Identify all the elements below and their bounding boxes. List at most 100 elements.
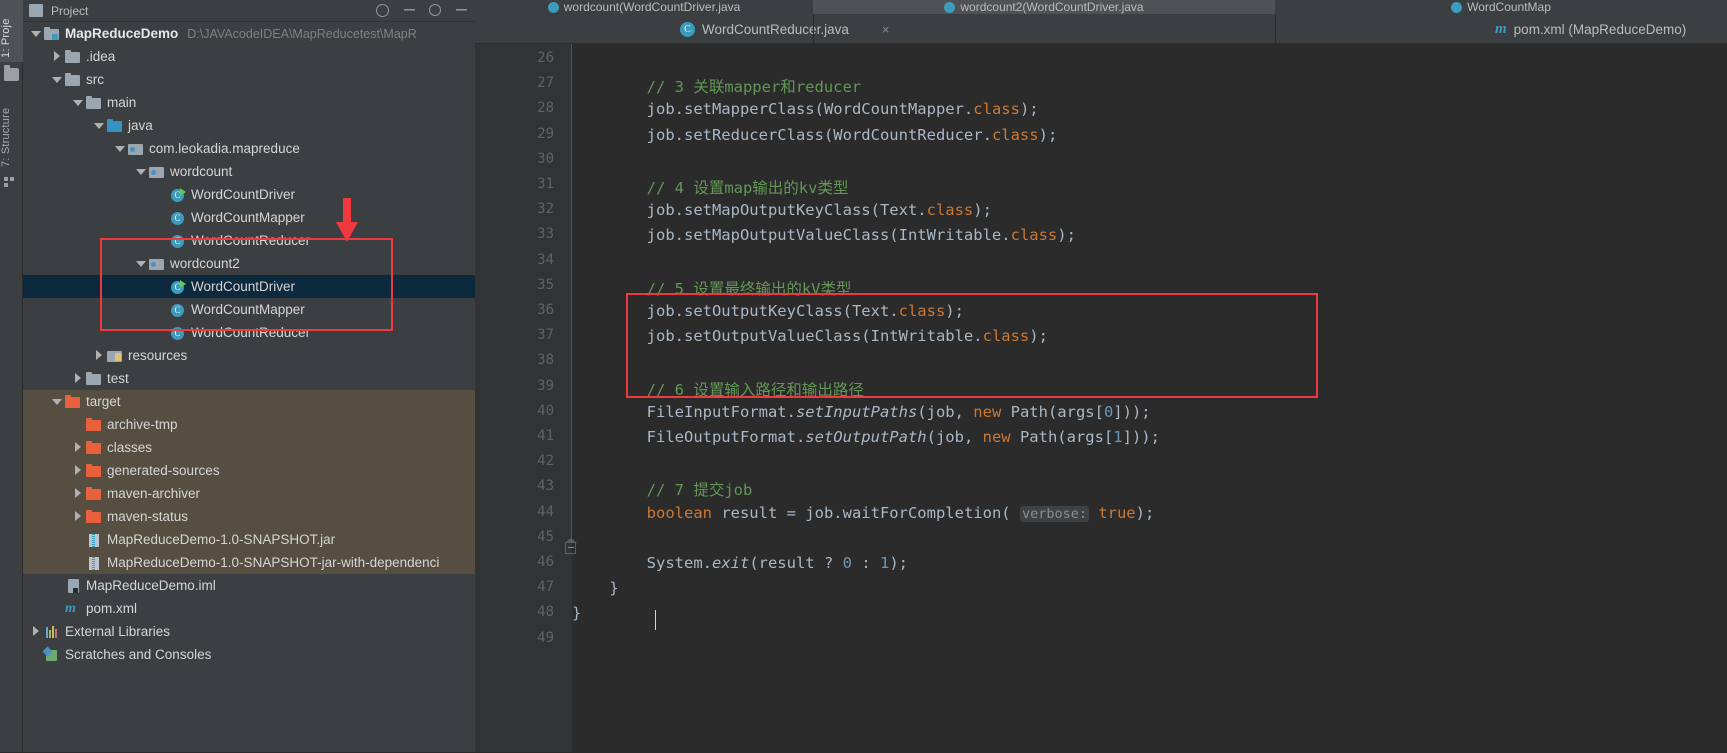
tree-node[interactable]: MapReduceDemo D:\JAVAcodeIDEA\MapReducete…	[23, 22, 475, 45]
code-line[interactable]: // 5 设置最终输出的kV类型	[572, 277, 852, 299]
excluded-folder-icon	[86, 417, 102, 432]
code-editor[interactable]: // 3 关联mapper和reducer job.setMapperClass…	[565, 44, 1727, 753]
tree-node[interactable]: External Libraries	[23, 620, 475, 643]
tree-node[interactable]: test	[23, 367, 475, 390]
code-line[interactable]: FileOutputFormat.setOutputPath(job, new …	[572, 428, 1160, 446]
code-token: }	[572, 604, 582, 623]
tree-node[interactable]: java	[23, 114, 475, 137]
collapse-arrow-icon[interactable]	[94, 350, 105, 361]
expand-arrow-icon[interactable]	[115, 143, 126, 154]
fold-method-marker[interactable]	[565, 538, 577, 554]
tree-node[interactable]: MapReduceDemo-1.0-SNAPSHOT-jar-with-depe…	[23, 551, 475, 574]
tree-node[interactable]: archive-tmp	[23, 413, 475, 436]
editor-tab-upper[interactable]: WordCountMap	[1275, 0, 1727, 14]
tree-node[interactable]: main	[23, 91, 475, 114]
folder-icon	[86, 371, 102, 386]
code-line[interactable]: job.setOutputKeyClass(Text.class);	[572, 302, 964, 320]
package-icon	[128, 142, 144, 156]
java-class-icon: C	[170, 211, 186, 225]
code-line[interactable]: job.setReducerClass(WordCountReducer.cla…	[572, 126, 1058, 144]
code-token: }	[572, 579, 619, 598]
code-line[interactable]: }	[572, 604, 581, 622]
tree-node[interactable]: src	[23, 68, 475, 91]
code-line[interactable]: }	[572, 579, 619, 598]
locate-icon[interactable]	[376, 3, 389, 17]
editor-tab-upper[interactable]: wordcount(WordCountDriver.java	[475, 0, 813, 14]
expand-arrow-icon[interactable]	[136, 258, 147, 269]
project-icon	[29, 4, 43, 17]
expand-arrow-icon[interactable]	[94, 120, 105, 131]
tree-node[interactable]: C WordCountMapper	[23, 206, 475, 229]
project-tree[interactable]: MapReduceDemo D:\JAVAcodeIDEA\MapReducete…	[23, 22, 475, 753]
collapse-arrow-icon[interactable]	[73, 442, 84, 453]
collapse-arrow-icon[interactable]	[73, 373, 84, 384]
code-token: // 6 设置输入路径和输出路径	[572, 380, 864, 399]
expand-arrow-icon[interactable]	[31, 28, 42, 39]
tree-node[interactable]: C WordCountReducer	[23, 321, 475, 344]
tree-node[interactable]: maven-archiver	[23, 482, 475, 505]
code-token: job.setOutputKeyClass(Text.	[572, 302, 899, 320]
tree-node[interactable]: generated-sources	[23, 459, 475, 482]
code-line[interactable]: job.setMapOutputValueClass(IntWritable.c…	[572, 226, 1076, 244]
code-line[interactable]: System.exit(result ? 0 : 1);	[572, 554, 908, 572]
code-line[interactable]: job.setOutputValueClass(IntWritable.clas…	[572, 327, 1048, 345]
code-line[interactable]: // 4 设置map输出的kv类型	[572, 176, 849, 198]
tree-node-label: External Libraries	[65, 624, 171, 639]
libraries-icon	[44, 625, 60, 639]
code-line[interactable]: boolean result = job.waitForCompletion( …	[572, 504, 1154, 522]
jar-icon	[86, 556, 102, 570]
tree-node[interactable]: wordcount2	[23, 252, 475, 275]
code-token: class	[982, 327, 1030, 346]
tree-node[interactable]: Scratches and Consoles	[23, 643, 475, 666]
tree-node[interactable]: C WordCountReducer	[23, 229, 475, 252]
code-line[interactable]: job.setMapOutputKeyClass(Text.class);	[572, 201, 992, 219]
collapse-arrow-icon[interactable]	[73, 488, 84, 499]
tree-node[interactable]: C WordCountDriver	[23, 183, 475, 206]
iml-file-icon	[65, 578, 81, 593]
line-number: 34	[537, 251, 554, 268]
tree-node[interactable]: MapReduceDemo.iml	[23, 574, 475, 597]
editor-tab-lower[interactable]: C WordCountReducer.java ×	[680, 14, 889, 44]
project-panel-header: Project	[23, 0, 475, 22]
tree-node[interactable]: MapReduceDemo-1.0-SNAPSHOT.jar	[23, 528, 475, 551]
code-line[interactable]: FileInputFormat.setInputPaths(job, new P…	[572, 403, 1151, 421]
tree-node[interactable]: classes	[23, 436, 475, 459]
tree-node-label: resources	[128, 348, 188, 363]
expand-arrow-icon[interactable]	[136, 166, 147, 177]
tree-node[interactable]: com.leokadia.mapreduce	[23, 137, 475, 160]
java-class-icon: C	[680, 21, 695, 37]
collapse-arrow-icon[interactable]	[31, 626, 42, 637]
editor-tab-row-upper[interactable]: wordcount(WordCountDriver.java wordcount2…	[475, 0, 1727, 14]
tree-node[interactable]: resources	[23, 344, 475, 367]
tool-window-button-structure[interactable]: 7: Structure	[0, 93, 23, 171]
code-line[interactable]: job.setMapperClass(WordCountMapper.class…	[572, 100, 1039, 118]
hide-panel-icon[interactable]	[453, 2, 469, 18]
code-line[interactable]: // 7 提交job	[572, 478, 753, 500]
editor-tab-row-lower[interactable]: C WordCountReducer.java × m pom.xml (MapRedu…	[475, 14, 1727, 44]
collapse-arrow-icon[interactable]	[73, 511, 84, 522]
expand-arrow-icon[interactable]	[52, 74, 63, 85]
editor-tab-upper[interactable]: wordcount2(WordCountDriver.java	[813, 0, 1275, 14]
excluded-folder-icon	[65, 394, 81, 409]
editor-gutter[interactable]: 26 27 28 29 30 31 32 33 34 35 36 37 38 39 40 41 42 43 44 45…	[475, 44, 572, 753]
editor-tab-lower[interactable]: m pom.xml (MapReduceDemo)	[1495, 14, 1686, 44]
code-line[interactable]: // 6 设置输入路径和输出路径	[572, 378, 864, 400]
expand-arrow-icon[interactable]	[52, 396, 63, 407]
tree-node[interactable]: C WordCountMapper	[23, 298, 475, 321]
tree-node[interactable]: wordcount	[23, 160, 475, 183]
collapse-arrow-icon[interactable]	[73, 465, 84, 476]
expand-arrow-icon[interactable]	[73, 97, 84, 108]
settings-gear-icon[interactable]	[429, 4, 441, 16]
collapse-all-icon[interactable]	[401, 2, 417, 18]
tree-node[interactable]: m pom.xml	[23, 597, 475, 620]
tree-node[interactable]: .idea	[23, 45, 475, 68]
line-number: 38	[537, 352, 554, 369]
tree-node[interactable]: target	[23, 390, 475, 413]
tree-node[interactable]: C WordCountDriver	[23, 275, 475, 298]
close-icon[interactable]: ×	[882, 22, 890, 37]
tool-window-button-project[interactable]: 1: Proje	[0, 0, 23, 62]
tree-node[interactable]: maven-status	[23, 505, 475, 528]
collapse-arrow-icon[interactable]	[52, 51, 63, 62]
code-line[interactable]: // 3 关联mapper和reducer	[572, 75, 862, 97]
